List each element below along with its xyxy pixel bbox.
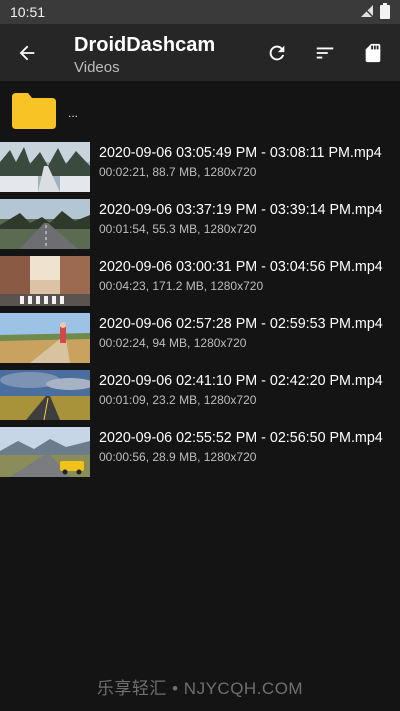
parent-folder-row[interactable]: ... <box>0 81 400 141</box>
video-name: 2020-09-06 03:37:19 PM - 03:39:14 PM.mp4 <box>99 202 383 218</box>
video-name: 2020-09-06 02:57:28 PM - 02:59:53 PM.mp4 <box>99 316 383 332</box>
back-button[interactable] <box>14 40 40 66</box>
video-item[interactable]: 2020-09-06 02:55:52 PM - 02:56:50 PM.mp4… <box>0 426 400 483</box>
refresh-button[interactable] <box>264 40 290 66</box>
sort-button[interactable] <box>312 40 338 66</box>
status-bar: 10:51 <box>0 0 400 24</box>
video-info: 00:01:09, 23.2 MB, 1280x720 <box>99 393 257 407</box>
folder-icon <box>12 93 56 129</box>
parent-folder-label: ... <box>68 106 79 120</box>
video-info: 00:01:54, 55.3 MB, 1280x720 <box>99 222 257 236</box>
video-name: 2020-09-06 02:41:10 PM - 02:42:20 PM.mp4 <box>99 373 383 389</box>
watermark-text: 乐享轻汇 • NJYCQH.COM <box>96 679 304 698</box>
battery-icon <box>380 2 390 22</box>
video-item[interactable]: 2020-09-06 03:37:19 PM - 03:39:14 PM.mp4… <box>0 198 400 255</box>
sd-card-icon <box>365 43 381 63</box>
video-item[interactable]: 2020-09-06 03:05:49 PM - 03:08:11 PM.mp4… <box>0 141 400 198</box>
app-title: DroidDashcam <box>74 34 216 56</box>
storage-button[interactable] <box>360 40 386 66</box>
video-info: 00:00:56, 28.9 MB, 1280x720 <box>99 450 257 464</box>
video-name: 2020-09-06 03:00:31 PM - 03:04:56 PM.mp4 <box>99 259 383 275</box>
video-thumbnail <box>0 256 90 306</box>
arrow-back-icon <box>19 45 35 61</box>
video-name: 2020-09-06 03:05:49 PM - 03:08:11 PM.mp4 <box>99 145 382 161</box>
video-item[interactable]: 2020-09-06 03:00:31 PM - 03:04:56 PM.mp4… <box>0 255 400 312</box>
sort-icon <box>316 47 334 59</box>
video-thumbnail <box>0 142 90 192</box>
video-thumbnail <box>0 370 90 420</box>
app-bar: DroidDashcam Videos <box>0 24 400 81</box>
file-list: ... 2020-09-06 03:05:49 PM - 03:08:11 PM… <box>0 81 400 483</box>
video-thumbnail <box>0 313 90 363</box>
video-name: 2020-09-06 02:55:52 PM - 02:56:50 PM.mp4 <box>99 430 383 446</box>
video-item[interactable]: 2020-09-06 02:57:28 PM - 02:59:53 PM.mp4… <box>0 312 400 369</box>
video-info: 00:02:24, 94 MB, 1280x720 <box>99 336 247 350</box>
video-thumbnail <box>0 199 90 249</box>
video-info: 00:04:23, 171.2 MB, 1280x720 <box>99 279 264 293</box>
video-item[interactable]: 2020-09-06 02:41:10 PM - 02:42:20 PM.mp4… <box>0 369 400 426</box>
app-subtitle: Videos <box>74 59 120 76</box>
video-thumbnail <box>0 427 90 477</box>
no-signal-icon <box>360 4 374 21</box>
video-info: 00:02:21, 88.7 MB, 1280x720 <box>99 165 257 179</box>
refresh-icon <box>269 45 285 61</box>
status-time: 10:51 <box>10 4 46 20</box>
